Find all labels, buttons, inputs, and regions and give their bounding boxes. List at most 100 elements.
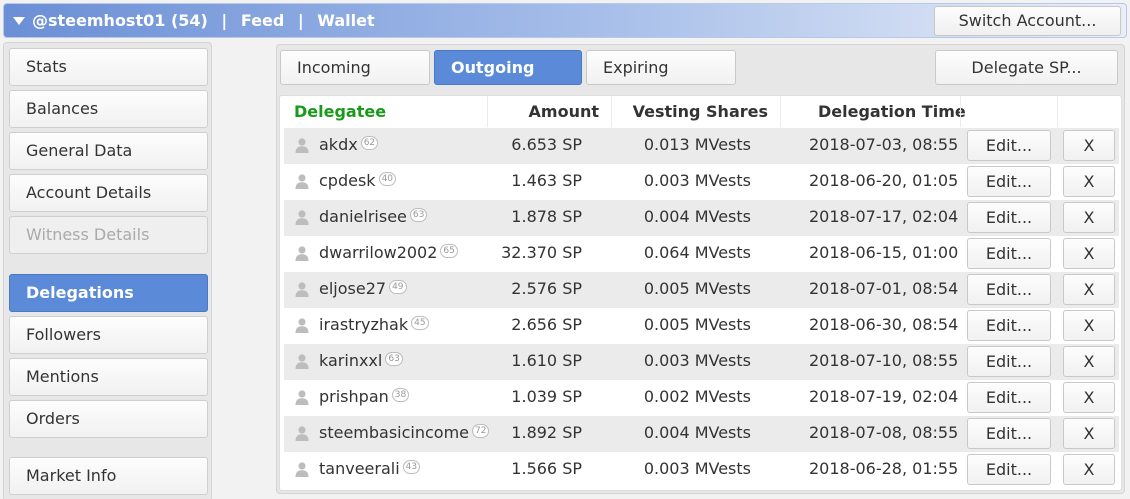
vesting-shares-cell: 0.005 MVests	[643, 315, 751, 334]
sidebar-item-balances[interactable]: Balances	[9, 90, 208, 128]
wallet-link[interactable]: Wallet	[317, 11, 374, 30]
sidebar-item-stats[interactable]: Stats	[9, 48, 208, 86]
header-divider	[487, 96, 488, 127]
delegatee-cell: tanveerali 43	[319, 452, 421, 486]
delegatee-link[interactable]: steembasicincome	[319, 423, 469, 442]
user-icon	[294, 245, 310, 261]
delegatee-link[interactable]: irastryzhak	[319, 315, 408, 334]
top-bar: @steemhost01 (54) | Feed | Wallet Switch…	[3, 3, 1127, 38]
header-delegation-time[interactable]: Delegation Time	[818, 102, 966, 121]
table-row: dwarrilow2002 65 32.370 SP 0.064 MVests 2018…	[284, 236, 1119, 272]
delegatee-link[interactable]: cpdesk	[319, 171, 376, 190]
vesting-shares-cell: 0.003 MVests	[643, 459, 751, 478]
header-vesting-shares[interactable]: Vesting Shares	[633, 102, 768, 121]
reputation-badge: 62	[360, 136, 379, 150]
delegatee-cell: dwarrilow2002 65	[319, 236, 458, 270]
remove-button[interactable]: X	[1063, 238, 1115, 269]
sidebar-item-followers[interactable]: Followers	[9, 316, 208, 354]
remove-button[interactable]: X	[1063, 166, 1115, 197]
amount-cell: 6.653 SP	[511, 135, 582, 154]
user-icon	[294, 389, 310, 405]
tab-expiring[interactable]: Expiring	[586, 50, 736, 85]
edit-button[interactable]: Edit...	[967, 310, 1051, 341]
edit-button[interactable]: Edit...	[967, 454, 1051, 485]
remove-button[interactable]: X	[1063, 202, 1115, 233]
triangle-down-icon[interactable]	[13, 17, 25, 25]
tab-incoming[interactable]: Incoming	[280, 50, 430, 85]
delegatee-link[interactable]: danielrisee	[319, 207, 407, 226]
delegation-time-cell: 2018-07-01, 08:54	[809, 279, 959, 298]
delegatee-link[interactable]: akdx	[319, 135, 358, 154]
reputation-badge: 63	[409, 208, 428, 222]
remove-button[interactable]: X	[1063, 346, 1115, 377]
delegatee-link[interactable]: karinxxl	[319, 351, 382, 370]
tab-outgoing[interactable]: Outgoing	[434, 50, 582, 85]
amount-cell: 1.463 SP	[511, 171, 582, 190]
amount-cell: 2.656 SP	[511, 315, 582, 334]
delegatee-link[interactable]: tanveerali	[319, 459, 400, 478]
user-icon	[294, 317, 310, 333]
sidebar-item-orders[interactable]: Orders	[9, 400, 208, 438]
edit-button[interactable]: Edit...	[967, 238, 1051, 269]
table-row: prishpan 38 1.039 SP 0.002 MVests 2018-07-19…	[284, 380, 1119, 416]
remove-button[interactable]: X	[1063, 454, 1115, 485]
table-row: steembasicincome 72 1.892 SP 0.004 MVests 20…	[284, 416, 1119, 452]
account-link[interactable]: @steemhost01 (54)	[32, 11, 208, 30]
amount-cell: 1.878 SP	[511, 207, 582, 226]
edit-button[interactable]: Edit...	[967, 166, 1051, 197]
edit-button[interactable]: Edit...	[967, 130, 1051, 161]
sidebar-item-delegations[interactable]: Delegations	[9, 274, 208, 312]
feed-link[interactable]: Feed	[241, 11, 284, 30]
amount-cell: 32.370 SP	[501, 243, 582, 262]
user-icon	[294, 173, 310, 189]
edit-button[interactable]: Edit...	[967, 382, 1051, 413]
nav-separator: |	[221, 11, 228, 30]
delegatee-cell: cpdesk 40	[319, 164, 397, 198]
delegatee-cell: karinxxl 63	[319, 344, 403, 378]
delegatee-cell: akdx 62	[319, 128, 379, 162]
remove-button[interactable]: X	[1063, 310, 1115, 341]
edit-button[interactable]: Edit...	[967, 274, 1051, 305]
user-icon	[294, 461, 310, 477]
vesting-shares-cell: 0.003 MVests	[643, 171, 751, 190]
delegations-table: Delegatee Amount Vesting Shares Delegati…	[279, 95, 1122, 491]
remove-button[interactable]: X	[1063, 274, 1115, 305]
vesting-shares-cell: 0.064 MVests	[643, 243, 751, 262]
delegatee-cell: steembasicincome 72	[319, 416, 490, 450]
remove-button[interactable]: X	[1063, 418, 1115, 449]
remove-button[interactable]: X	[1063, 382, 1115, 413]
delegatee-cell: prishpan 38	[319, 380, 410, 414]
sidebar-item-market-info[interactable]: Market Info	[9, 457, 208, 495]
delegatee-link[interactable]: eljose27	[319, 279, 386, 298]
header-divider	[960, 96, 961, 127]
sidebar: Stats Balances General Data Account Details…	[3, 42, 212, 499]
switch-account-button[interactable]: Switch Account...	[934, 6, 1121, 36]
remove-button[interactable]: X	[1063, 130, 1115, 161]
nav-separator: |	[297, 11, 304, 30]
delegation-time-cell: 2018-06-20, 01:05	[809, 171, 959, 190]
user-icon	[294, 353, 310, 369]
header-amount[interactable]: Amount	[529, 102, 599, 121]
edit-button[interactable]: Edit...	[967, 418, 1051, 449]
reputation-badge: 49	[389, 280, 407, 294]
header-delegatee[interactable]: Delegatee	[294, 102, 386, 121]
top-nav: @steemhost01 (54) | Feed | Wallet	[32, 11, 375, 30]
sidebar-item-account-details[interactable]: Account Details	[9, 174, 208, 212]
table-header: Delegatee Amount Vesting Shares Delegati…	[280, 96, 1121, 127]
delegate-sp-button[interactable]: Delegate SP...	[935, 50, 1118, 85]
edit-button[interactable]: Edit...	[967, 202, 1051, 233]
reputation-badge: 63	[385, 352, 403, 366]
delegation-time-cell: 2018-07-19, 02:04	[809, 387, 959, 406]
delegatee-link[interactable]: prishpan	[319, 387, 389, 406]
header-divider	[1057, 96, 1058, 127]
delegatee-cell: eljose27 49	[319, 272, 407, 306]
table-row: cpdesk 40 1.463 SP 0.003 MVests 2018-06-20, …	[284, 164, 1119, 200]
reputation-badge: 43	[402, 460, 421, 474]
sidebar-item-general-data[interactable]: General Data	[9, 132, 208, 170]
edit-button[interactable]: Edit...	[967, 346, 1051, 377]
sidebar-item-mentions[interactable]: Mentions	[9, 358, 208, 396]
vesting-shares-cell: 0.004 MVests	[643, 423, 751, 442]
delegation-time-cell: 2018-07-17, 02:04	[809, 207, 959, 226]
vesting-shares-cell: 0.013 MVests	[643, 135, 751, 154]
delegatee-link[interactable]: dwarrilow2002	[319, 243, 437, 262]
